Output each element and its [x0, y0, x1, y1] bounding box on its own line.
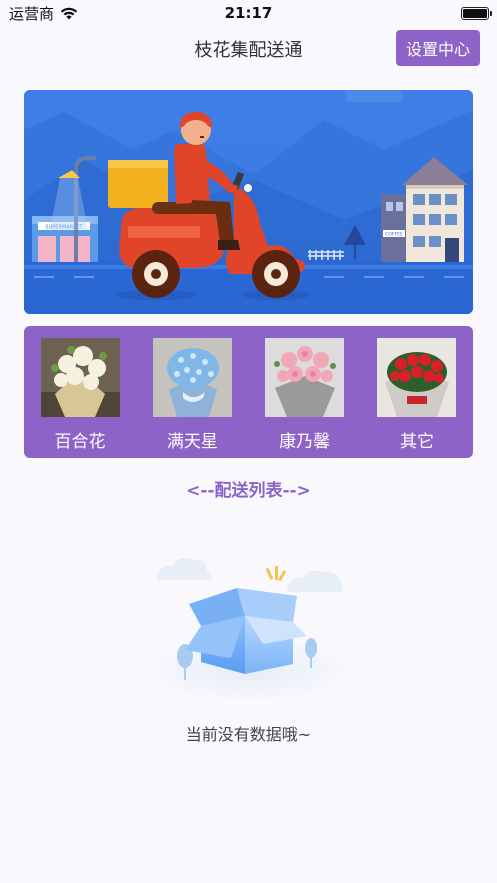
nav-bar: 枝花集配送通 设置中心 — [0, 30, 497, 66]
carnation-bouquet-image — [265, 338, 345, 417]
category-panel: 百合花 满天星 康乃馨 其它 — [24, 326, 473, 458]
gypsophila-bouquet-image — [152, 338, 232, 417]
battery-icon — [461, 6, 492, 20]
status-left: 运营商 — [9, 3, 78, 24]
category-carnation[interactable]: 康乃馨 — [265, 338, 345, 458]
delivery-list-heading: <--配送列表--> — [186, 481, 311, 501]
rose-bouquet-image — [377, 338, 457, 417]
settings-button[interactable]: 设置中心 — [396, 30, 480, 66]
wifi-icon — [60, 7, 78, 19]
status-bar: 运营商 21:17 — [0, 0, 497, 26]
delivery-illustration: SUPERMARKET COFFEE — [24, 90, 473, 314]
lily-bouquet-image — [40, 338, 120, 417]
category-other[interactable]: 其它 — [377, 338, 457, 458]
category-label-other: 其它 — [399, 432, 434, 452]
empty-state-text: 当前没有数据哦~ — [185, 725, 312, 744]
category-label-lily: 百合花 — [54, 432, 106, 452]
category-gypsophila[interactable]: 满天星 — [152, 338, 232, 458]
category-lily[interactable]: 百合花 — [40, 338, 120, 458]
cafe-sign: COFFEE — [385, 232, 403, 238]
delivery-banner: SUPERMARKET COFFEE — [24, 90, 473, 314]
category-label-gypsophila: 满天星 — [166, 432, 218, 452]
category-label-carnation: 康乃馨 — [279, 432, 331, 452]
carrier-label: 运营商 — [9, 4, 55, 23]
empty-box-illustration — [151, 558, 347, 702]
